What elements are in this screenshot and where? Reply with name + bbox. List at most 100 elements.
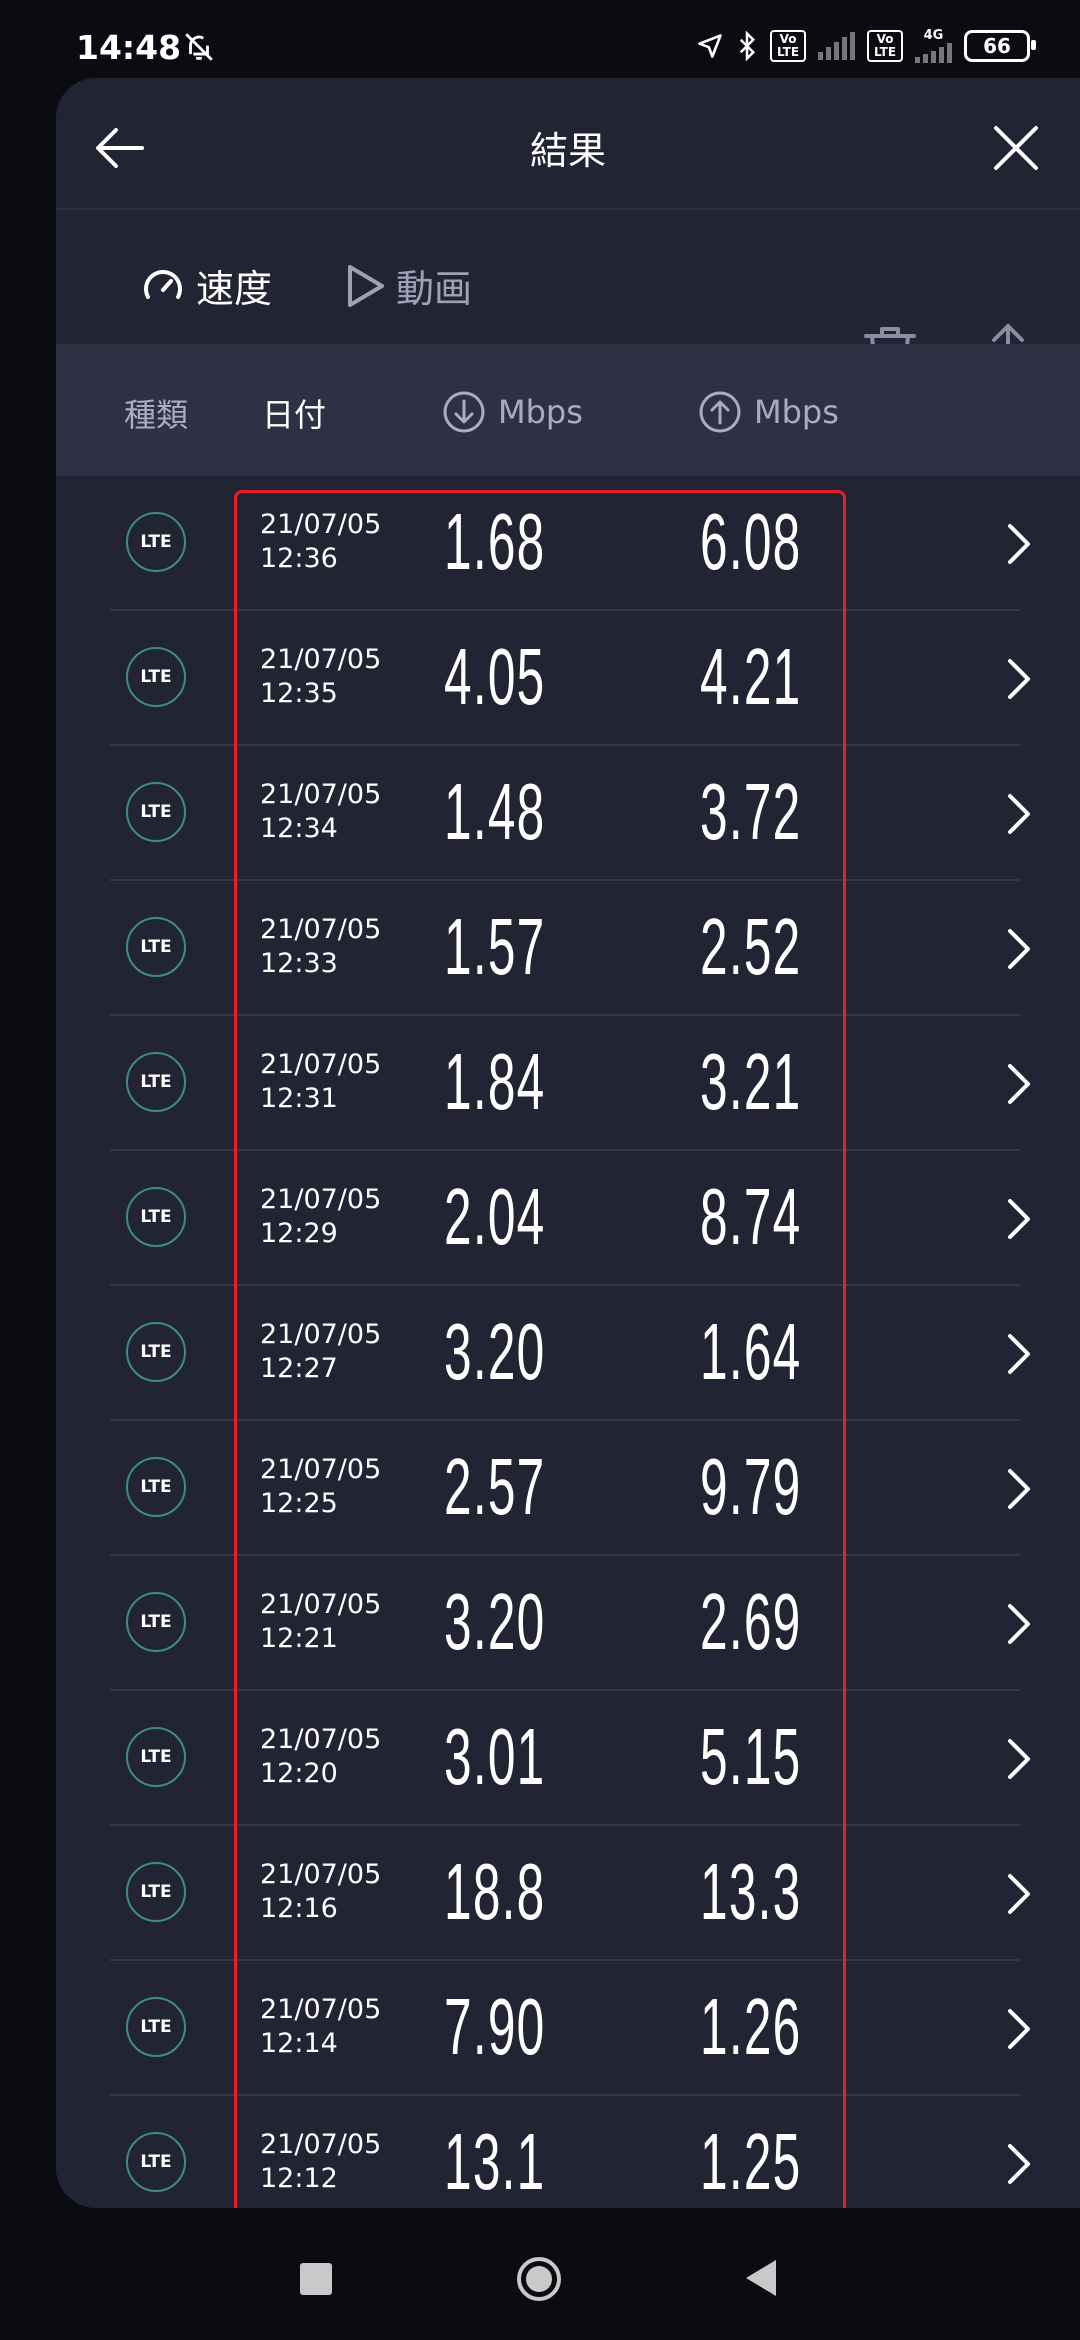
download-arrow-icon	[443, 391, 485, 433]
result-row[interactable]: LTE 21/07/05 12:14 7.90 1.26	[56, 1961, 1080, 2096]
network-type-badge: LTE	[126, 1322, 186, 1382]
result-row[interactable]: LTE 21/07/05 12:36 1.68 6.08	[56, 476, 1080, 611]
result-datetime: 21/07/05 12:12	[260, 2128, 381, 2196]
result-row[interactable]: LTE 21/07/05 12:31 1.84 3.21	[56, 1016, 1080, 1151]
close-icon[interactable]	[988, 120, 1044, 176]
chevron-right-icon[interactable]	[1006, 522, 1034, 566]
network-type-badge: LTE	[126, 2132, 186, 2192]
page-title: 結果	[529, 129, 606, 173]
result-datetime: 21/07/05 12:16	[260, 1858, 381, 1926]
download-value: 18.8	[444, 1847, 546, 1936]
result-time: 12:25	[260, 1488, 338, 1519]
upload-arrow-icon	[699, 391, 741, 433]
tab-video[interactable]: 動画	[344, 258, 472, 313]
upload-value: 1.64	[700, 1307, 802, 1396]
result-row[interactable]: LTE 21/07/05 12:27 3.20 1.64	[56, 1286, 1080, 1421]
result-row[interactable]: LTE 21/07/05 12:34 1.48 3.72	[56, 746, 1080, 881]
chevron-right-icon[interactable]	[1006, 1062, 1034, 1106]
result-time: 12:35	[260, 678, 338, 709]
result-datetime: 21/07/05 12:14	[260, 1993, 381, 2061]
chevron-right-icon[interactable]	[1006, 1872, 1034, 1916]
chevron-right-icon[interactable]	[1006, 1737, 1034, 1781]
upload-value: 2.69	[700, 1577, 802, 1666]
result-row[interactable]: LTE 21/07/05 12:25 2.57 9.79	[56, 1421, 1080, 1556]
volte-badge: Vo LTE	[770, 30, 806, 62]
upload-value: 3.72	[700, 767, 802, 856]
download-value: 3.20	[444, 1577, 546, 1666]
background	[0, 78, 56, 2208]
chevron-right-icon[interactable]	[1006, 927, 1034, 971]
column-date[interactable]: 日付	[262, 390, 326, 436]
result-row[interactable]: LTE 21/07/05 12:16 18.8 13.3	[56, 1826, 1080, 1961]
battery-indicator: 66	[964, 30, 1036, 62]
chevron-right-icon[interactable]	[1006, 1602, 1034, 1646]
play-icon	[348, 264, 384, 307]
network-type-badge: LTE	[126, 1997, 186, 2057]
recents-icon[interactable]	[300, 2263, 332, 2295]
upload-value: 1.26	[700, 1982, 802, 2071]
result-row[interactable]: LTE 21/07/05 12:33 1.57 2.52	[56, 881, 1080, 1016]
result-datetime: 21/07/05 12:27	[260, 1318, 381, 1386]
chevron-right-icon[interactable]	[1006, 657, 1034, 701]
result-date: 21/07/05	[260, 1589, 382, 1620]
network-type-badge: LTE	[126, 917, 186, 977]
result-row[interactable]: LTE 21/07/05 12:20 3.01 5.15	[56, 1691, 1080, 1826]
upload-value: 8.74	[700, 1172, 802, 1261]
tab-speed[interactable]: 速度	[140, 258, 272, 313]
download-value: 13.1	[444, 2117, 546, 2206]
bluetooth-icon	[739, 31, 756, 61]
upload-value: 13.3	[700, 1847, 802, 1936]
upload-value: 6.08	[700, 497, 802, 586]
network-type-badge: LTE	[126, 512, 186, 572]
download-value: 1.68	[444, 497, 546, 586]
download-value: 1.48	[444, 767, 546, 856]
result-row[interactable]: LTE 21/07/05 12:21 3.20 2.69	[56, 1556, 1080, 1691]
status-bar: 14:48 Vo LTE Vo LTE 4G 66	[0, 0, 1080, 78]
results-panel: 結果 速度 動画 種類 日付 Mbps Mbps LTE 21/07/05 12…	[56, 78, 1080, 2208]
home-icon[interactable]	[516, 2256, 562, 2302]
upload-value: 4.21	[700, 632, 802, 721]
result-time: 12:16	[260, 1893, 338, 1924]
column-download-label: Mbps	[498, 393, 583, 431]
result-date: 21/07/05	[260, 779, 382, 810]
column-type[interactable]: 種類	[124, 390, 188, 436]
volte-badge: Vo LTE	[867, 30, 903, 62]
download-value: 4.05	[444, 632, 546, 721]
download-value: 7.90	[444, 1982, 546, 2071]
result-row[interactable]: LTE 21/07/05 12:12 13.1 1.25	[56, 2096, 1080, 2208]
download-value: 3.01	[444, 1712, 546, 1801]
chevron-right-icon[interactable]	[1006, 1467, 1034, 1511]
column-header: 種類 日付 Mbps Mbps	[56, 344, 1080, 476]
result-datetime: 21/07/05 12:31	[260, 1048, 381, 1116]
network-type-badge: LTE	[126, 1727, 186, 1787]
tab-speed-label: 速度	[196, 267, 273, 311]
chevron-right-icon[interactable]	[1006, 1197, 1034, 1241]
result-date: 21/07/05	[260, 914, 382, 945]
network-type: 4G	[923, 28, 944, 43]
status-icons: Vo LTE Vo LTE 4G 66	[696, 26, 1036, 66]
tab-bar: 速度 動画	[56, 208, 1080, 392]
column-download[interactable]: Mbps	[442, 390, 583, 434]
result-time: 12:12	[260, 2163, 338, 2194]
nav-back-icon[interactable]	[742, 2258, 778, 2298]
result-row[interactable]: LTE 21/07/05 12:35 4.05 4.21	[56, 611, 1080, 746]
upload-value: 2.52	[700, 902, 802, 991]
signal-icon	[915, 43, 952, 63]
speedometer-icon	[144, 269, 182, 299]
network-type-badge: LTE	[126, 1592, 186, 1652]
column-date-label: 日付	[262, 396, 327, 434]
network-type-badge: LTE	[126, 1457, 186, 1517]
status-time: 14:48	[76, 28, 182, 67]
chevron-right-icon[interactable]	[1006, 792, 1034, 836]
download-value: 2.04	[444, 1172, 546, 1261]
result-time: 12:21	[260, 1623, 338, 1654]
column-upload[interactable]: Mbps	[698, 390, 839, 434]
chevron-right-icon[interactable]	[1006, 2142, 1034, 2186]
chevron-right-icon[interactable]	[1006, 2007, 1034, 2051]
download-value: 1.84	[444, 1037, 546, 1126]
location-icon	[698, 34, 722, 58]
result-row[interactable]: LTE 21/07/05 12:29 2.04 8.74	[56, 1151, 1080, 1286]
chevron-right-icon[interactable]	[1006, 1332, 1034, 1376]
network-indicator: 4G	[915, 29, 952, 63]
result-datetime: 21/07/05 12:21	[260, 1588, 381, 1656]
